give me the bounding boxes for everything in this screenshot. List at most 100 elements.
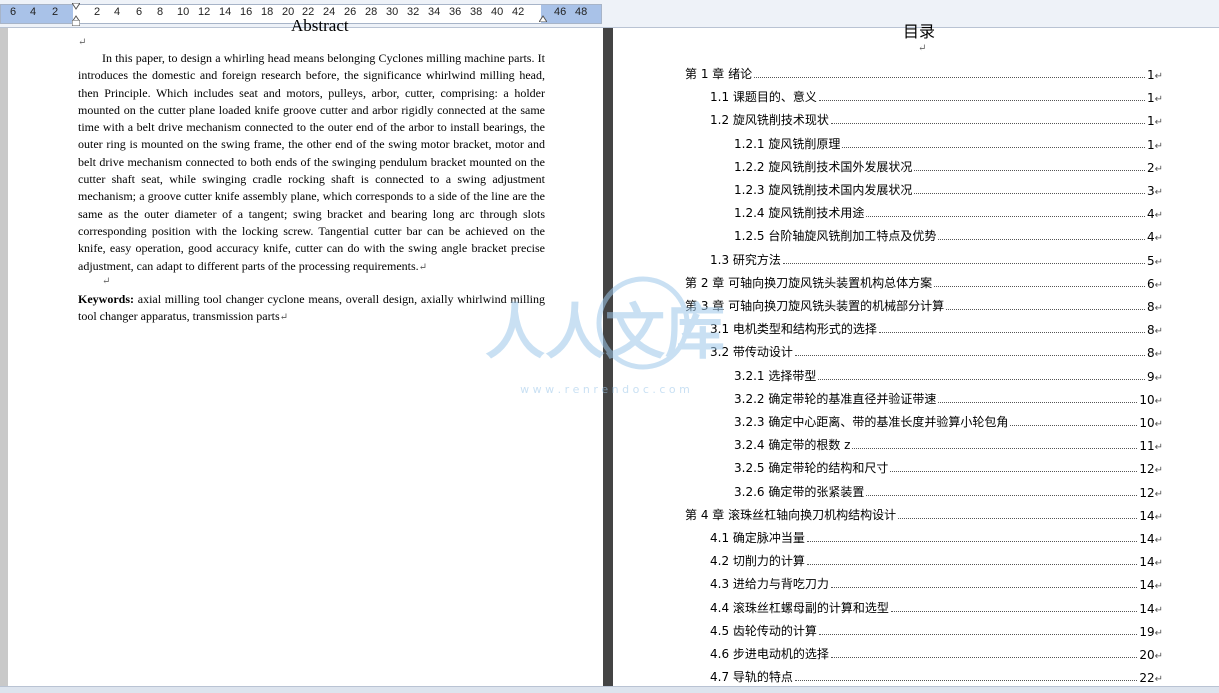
toc-entry-page: 14: [1139, 601, 1155, 616]
ruler-tick-label: 14: [219, 6, 232, 18]
toc-entry-page: 1: [1146, 68, 1155, 82]
paragraph-mark: ↵: [1154, 627, 1163, 639]
toc-entry[interactable]: 1.3 研究方法 5 ↵: [710, 250, 1163, 268]
toc-title: 目录: [903, 22, 936, 41]
paragraph-mark: ↵: [1154, 442, 1163, 454]
paragraph-mark: ↵: [1154, 140, 1163, 152]
toc-entry[interactable]: 1.1 课题目的、意义 1 ↵: [710, 87, 1163, 105]
toc-entry[interactable]: 第 3 章 可轴向换刀旋风铣头装置的机械部分计算 8 ↵: [685, 296, 1163, 314]
paragraph-mark: ↵: [1154, 256, 1163, 268]
toc-entry[interactable]: 第 4 章 滚珠丝杠轴向换刀机构结构设计 14 ↵: [685, 505, 1163, 523]
toc-entry-label: 4.7 导轨的特点: [710, 670, 793, 685]
toc-entry[interactable]: 3.2.1 选择带型 9 ↵: [734, 366, 1163, 384]
paragraph-mark: ↵: [1154, 465, 1163, 477]
toc-dot-leader: [806, 541, 1138, 542]
toc-entry-label: 1.2 旋风铣削技术现状: [710, 113, 829, 128]
toc-entry-label: 4.5 齿轮传动的计算: [710, 623, 817, 638]
toc-entry-label: 1.2.4 旋风铣削技术用途: [734, 206, 865, 221]
toc-entry[interactable]: 1.2.5 台阶轴旋风铣削加工特点及优势 4 ↵: [734, 226, 1163, 244]
paragraph-mark: ↵: [1154, 651, 1163, 662]
toc-entry-label: 3.2.4 确定带的根数 z: [734, 438, 851, 453]
paragraph-mark: ↵: [279, 312, 289, 324]
toc-entry[interactable]: 4.4 滚珠丝杠螺母副的计算和选型 14 ↵: [710, 598, 1163, 616]
toc-dot-leader: [898, 517, 1138, 519]
toc-entry-page: 20: [1139, 648, 1155, 662]
toc-entry[interactable]: 4.3 进给力与背吃刀力 14 ↵: [710, 574, 1163, 592]
right-indent-marker[interactable]: [539, 14, 547, 22]
toc-entry[interactable]: 3.1 电机类型和结构形式的选择 8 ↵: [710, 319, 1163, 337]
first-line-indent-marker[interactable]: [72, 3, 80, 11]
toc-entry[interactable]: 1.2.3 旋风铣削技术国内发展状况 3 ↵: [734, 180, 1163, 198]
toc-entry-label: 3.2.1 选择带型: [734, 368, 817, 383]
toc-entry-page: 14: [1139, 578, 1155, 593]
paragraph-mark: ↵: [1154, 558, 1163, 570]
abstract-body[interactable]: In this paper, to design a whirling head…: [78, 50, 545, 276]
toc-entry-label: 3.2.2 确定带轮的基准直径并验证带速: [734, 391, 937, 406]
toc-entry[interactable]: 4.1 确定脉冲当量 14 ↵: [710, 528, 1163, 546]
toc-entry-page: 14: [1139, 555, 1155, 570]
toc-dot-leader: [754, 77, 1145, 78]
toc-entry[interactable]: 3.2.4 确定带的根数 z 11 ↵: [734, 435, 1163, 453]
toc-entry[interactable]: 第 2 章 可轴向换刀旋风铣头装置机构总体方案 6 ↵: [685, 273, 1163, 291]
toc-entry[interactable]: 3.2.6 确定带的张紧装置 12 ↵: [734, 482, 1163, 500]
toc-entry[interactable]: 3.2.2 确定带轮的基准直径并验证带速 10 ↵: [734, 389, 1163, 407]
left-indent-marker[interactable]: [72, 20, 80, 26]
keywords-paragraph[interactable]: Keywords: axial milling tool changer cyc…: [78, 291, 545, 327]
toc-entry-page: 12: [1139, 485, 1155, 500]
paragraph-mark: ↵: [1154, 210, 1163, 222]
paragraph-mark: ↵: [102, 276, 111, 287]
toc-entry-label: 1.3 研究方法: [710, 252, 781, 267]
keywords-text: axial milling tool changer cyclone means…: [78, 292, 546, 324]
toc-entry-label: 3.1 电机类型和结构形式的选择: [710, 322, 877, 337]
ruler-tick-label: 34: [428, 6, 441, 18]
horizontal-ruler[interactable]: 6 4 2 2 4 6 8 10 12 14 16 18 20 22 24 26 28 30 32 34 36 38 40 4…: [0, 0, 1219, 28]
toc-entry-label: 4.3 进给力与背吃刀力: [710, 577, 829, 592]
toc-entry-label: 第 3 章 可轴向换刀旋风铣头装置的机械部分计算: [685, 299, 945, 313]
paragraph-mark: ↵: [1154, 71, 1163, 82]
toc-dot-leader: [1010, 425, 1138, 426]
toc-entry[interactable]: 1.2.1 旋风铣削原理 1 ↵: [734, 134, 1163, 152]
toc-entry[interactable]: 1.2.4 旋风铣削技术用途 4 ↵: [734, 203, 1163, 221]
toc-entry-label: 4.2 切削力的计算: [710, 554, 805, 569]
paragraph-mark: ↵: [78, 37, 87, 48]
toc-entry[interactable]: 第 1 章 绪论 1 ↵: [685, 64, 1163, 82]
toc-dot-leader: [818, 633, 1138, 635]
toc-entry-page: 19: [1139, 624, 1155, 639]
toc-dot-leader: [934, 285, 1145, 287]
toc-entry-page: 14: [1139, 532, 1155, 546]
paragraph-mark: ↵: [1154, 94, 1163, 106]
toc-dot-leader: [938, 239, 1145, 241]
ruler-tick-label: 40: [491, 6, 504, 18]
toc-entry[interactable]: 1.2 旋风铣削技术现状 1 ↵: [710, 110, 1163, 128]
toc-entry-page: 8: [1146, 323, 1155, 338]
toc-entry-page: 10: [1139, 416, 1155, 430]
toc-entry[interactable]: 3.2 带传动设计 8 ↵: [710, 342, 1163, 360]
toc-entry-label: 1.2.3 旋风铣削技术国内发展状况: [734, 183, 913, 197]
toc-entry[interactable]: 4.2 切削力的计算 14 ↵: [710, 551, 1163, 569]
toc-dot-leader: [866, 494, 1138, 496]
paragraph-mark: ↵: [1154, 674, 1163, 686]
toc-entry-label: 3.2.3 确定中心距离、带的基准长度并验算小轮包角: [734, 415, 1009, 429]
ruler-tick-label: 36: [449, 6, 462, 18]
toc-dot-leader: [866, 216, 1145, 218]
ruler-tick-label: 30: [386, 6, 399, 18]
toc-dot-leader: [938, 401, 1138, 403]
toc-dot-leader: [914, 169, 1145, 171]
paragraph-mark: ↵: [1154, 163, 1163, 175]
ruler-tick-label: 48: [575, 6, 588, 18]
toc-entry[interactable]: 4.6 步进电动机的选择 20 ↵: [710, 644, 1163, 662]
paragraph-mark: ↵: [918, 43, 927, 54]
toc-entry-page: 1: [1146, 114, 1155, 129]
toc-entry[interactable]: 4.5 齿轮传动的计算 19 ↵: [710, 621, 1163, 639]
toc-entry-label: 第 2 章 可轴向换刀旋风铣头装置机构总体方案: [685, 275, 933, 290]
paragraph-mark: ↵: [1154, 419, 1163, 430]
toc-dot-leader: [890, 471, 1138, 473]
toc-entry[interactable]: 4.7 导轨的特点 22 ↵: [710, 667, 1163, 685]
toc-entry[interactable]: 1.2.2 旋风铣削技术国外发展状况 2 ↵: [734, 157, 1163, 175]
toc-entry[interactable]: 3.2.3 确定中心距离、带的基准长度并验算小轮包角 10 ↵: [734, 412, 1163, 430]
ruler-tick-label: 6: [10, 6, 17, 18]
ruler-tick-label: 32: [407, 6, 420, 18]
toc-entry[interactable]: 3.2.5 确定带轮的结构和尺寸 12 ↵: [734, 458, 1163, 476]
abstract-page[interactable]: Abstract ↵ In this paper, to design a wh…: [8, 16, 603, 692]
toc-page[interactable]: 目录 ↵ 第 1 章 绪论 1 ↵ 1.1 课题目的、意义 1 ↵ 1.2 旋风铣削技术现状…: [613, 22, 1219, 692]
